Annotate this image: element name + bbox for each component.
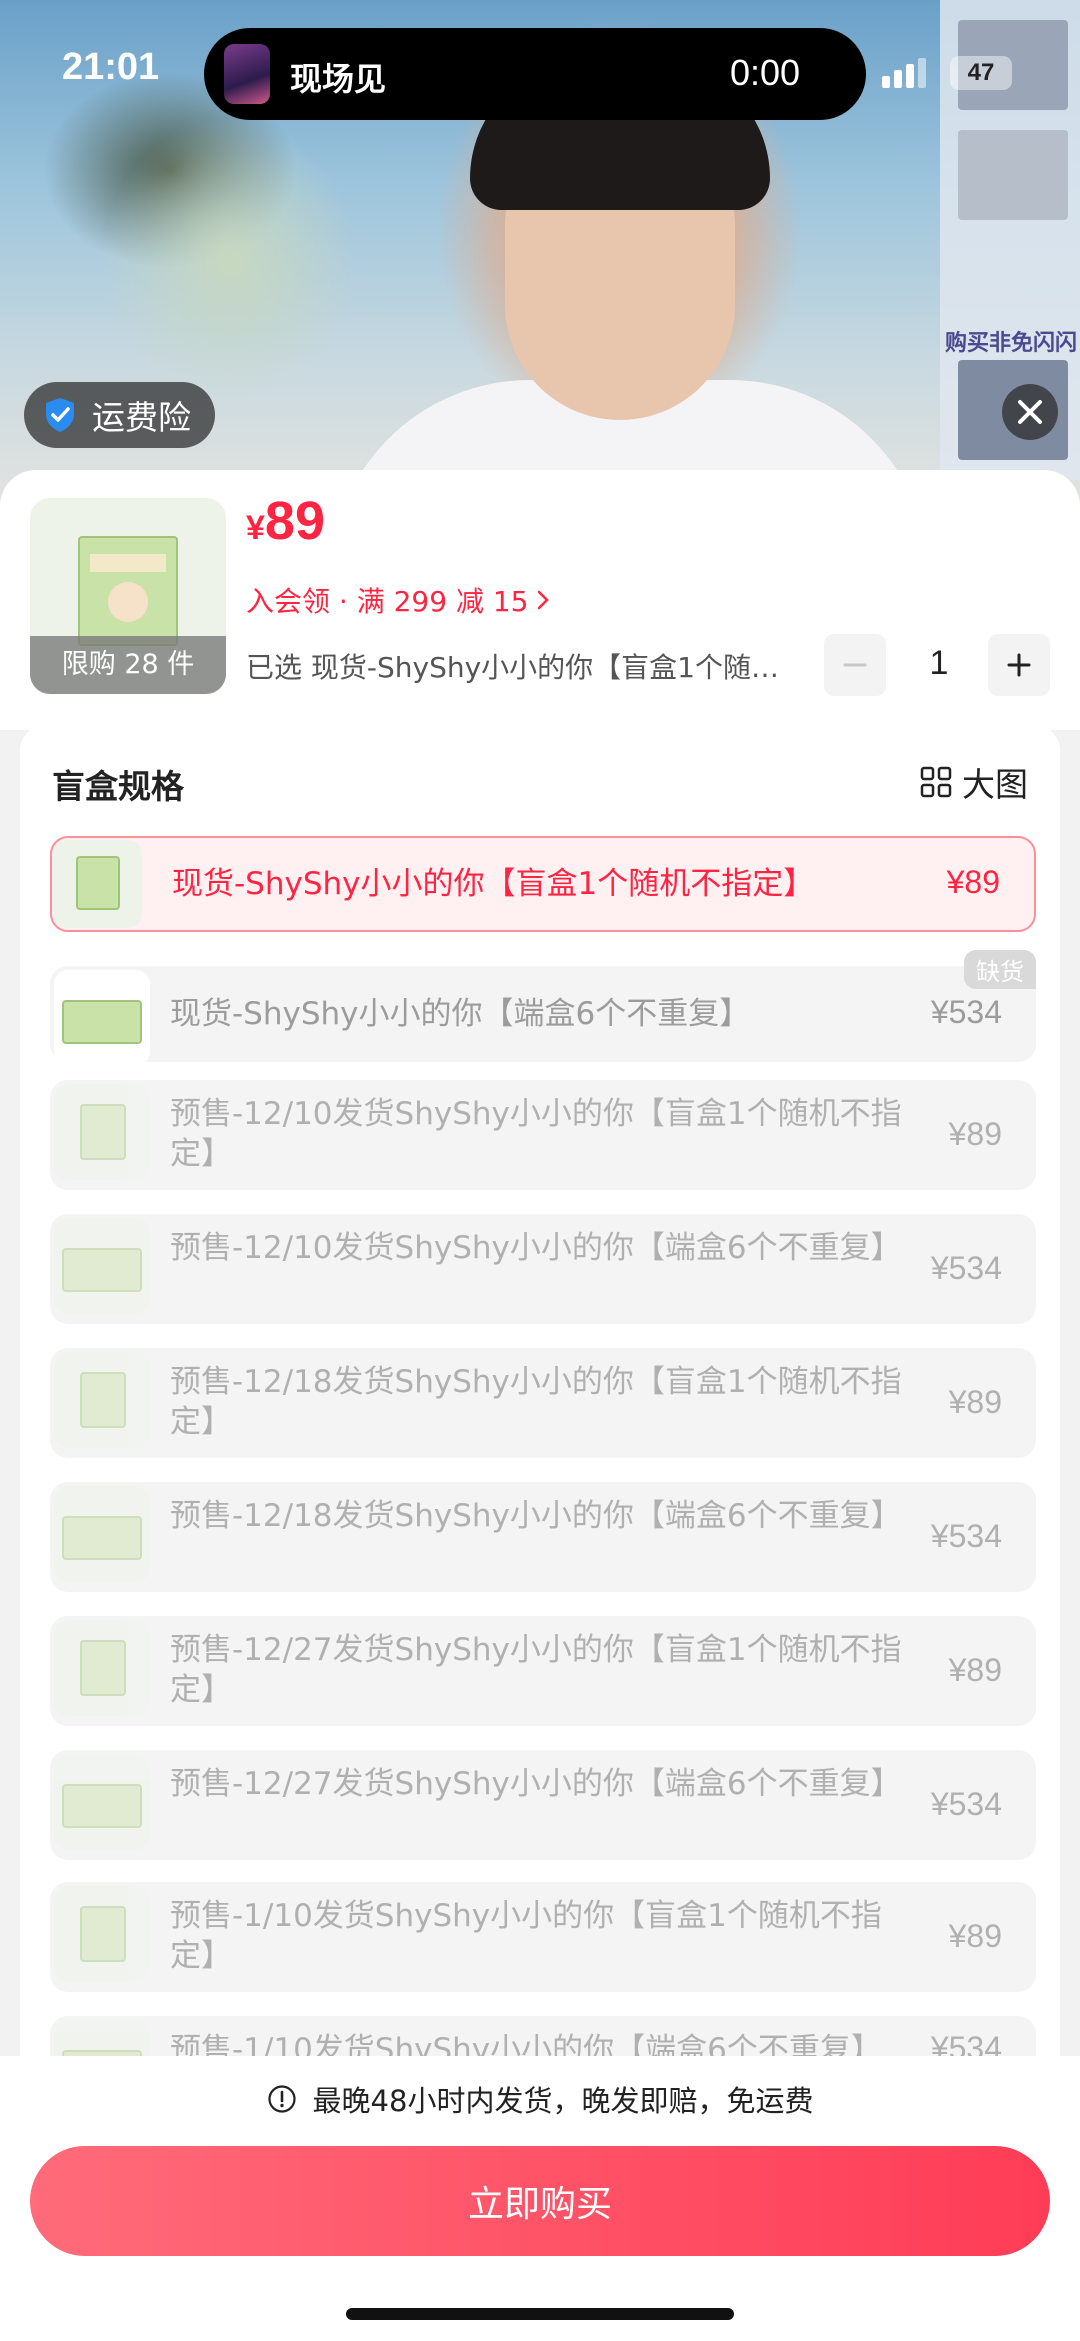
signal-icon xyxy=(882,58,930,88)
battery-indicator: 47 xyxy=(950,56,1012,90)
box-graphic xyxy=(62,1784,142,1828)
spec-option[interactable]: 预售-1/10发货ShyShy小小的你【盲盒1个随机不指定】 ¥89 xyxy=(50,1882,1036,1992)
option-name: 现货-ShyShy小小的你【端盒6个不重复】 xyxy=(170,996,751,1032)
spec-option[interactable]: 预售-12/27发货ShyShy小小的你【盲盒1个随机不指定】 ¥89 xyxy=(50,1616,1036,1726)
close-icon xyxy=(1018,400,1042,424)
spec-card: 盲盒规格 大图 现货-ShyShy小小的你【盲盒1个随机不指定】 ¥89 缺货 … xyxy=(20,726,1060,2056)
option-thumbnail xyxy=(54,1352,150,1448)
box-graphic xyxy=(62,1000,142,1044)
option-price: ¥89 xyxy=(948,1384,1002,1420)
promo-label: 入会领 · 满 299 减 15 xyxy=(246,585,529,618)
option-thumbnail xyxy=(54,1620,150,1716)
side-banner-label: 购买非免闪闪 xyxy=(945,331,1078,356)
box-graphic xyxy=(76,856,120,910)
option-name: 现货-ShyShy小小的你【盲盒1个随机不指定】 xyxy=(172,866,815,902)
option-name: 预售-1/10发货ShyShy小小的你【端盒6个不重复】 xyxy=(170,2032,882,2056)
spec-option[interactable]: 预售-12/18发货ShyShy小小的你【端盒6个不重复】 ¥534 xyxy=(50,1482,1036,1592)
insurance-label: 运费险 xyxy=(92,398,191,437)
option-thumbnail xyxy=(54,970,150,1066)
option-thumbnail xyxy=(54,1754,150,1850)
option-thumbnail xyxy=(54,1218,150,1314)
price: ¥89 xyxy=(246,490,325,552)
status-time: 21:01 xyxy=(62,46,160,88)
shield-check-icon xyxy=(46,398,74,432)
option-price: ¥534 xyxy=(930,994,1002,1030)
buy-now-button[interactable]: 立即购买 xyxy=(30,2146,1050,2256)
spec-option[interactable]: 预售-12/18发货ShyShy小小的你【盲盒1个随机不指定】 ¥89 xyxy=(50,1348,1036,1458)
box-graphic xyxy=(80,1640,126,1696)
chevron-right-icon xyxy=(538,590,550,610)
option-name: 预售-12/27发货ShyShy小小的你【盲盒1个随机不指定】 xyxy=(170,1632,902,1708)
option-price: ¥89 xyxy=(948,1918,1002,1954)
box-graphic xyxy=(62,1516,142,1560)
shipping-insurance-badge[interactable]: 运费险 xyxy=(24,382,215,448)
spec-option[interactable]: 现货-ShyShy小小的你【盲盒1个随机不指定】 ¥89 xyxy=(50,836,1036,932)
option-thumbnail xyxy=(54,2020,150,2056)
spec-option[interactable]: 预售-1/10发货ShyShy小小的你【端盒6个不重复】 ¥534 xyxy=(50,2016,1036,2056)
option-price: ¥534 xyxy=(930,1250,1002,1286)
box-graphic xyxy=(80,1906,126,1962)
option-name: 预售-12/10发货ShyShy小小的你【端盒6个不重复】 xyxy=(170,1230,902,1266)
big-image-toggle[interactable]: 大图 xyxy=(920,758,1028,806)
live-album-art xyxy=(224,44,270,104)
quantity-value[interactable]: 1 xyxy=(904,644,974,683)
option-name: 预售-12/18发货ShyShy小小的你【端盒6个不重复】 xyxy=(170,1498,902,1534)
option-thumbnail xyxy=(54,840,142,928)
close-button[interactable] xyxy=(1002,384,1058,440)
option-name: 预售-1/10发货ShyShy小小的你【盲盒1个随机不指定】 xyxy=(170,1898,882,1974)
option-name: 预售-12/10发货ShyShy小小的你【盲盒1个随机不指定】 xyxy=(170,1096,902,1172)
home-indicator[interactable] xyxy=(346,2308,734,2320)
option-price: ¥89 xyxy=(946,864,1000,900)
live-island-timer: 0:00 xyxy=(730,52,801,93)
option-thumbnail xyxy=(54,1886,150,1982)
spec-option[interactable]: 缺货 现货-ShyShy小小的你【端盒6个不重复】 ¥534 xyxy=(50,950,1036,1066)
big-image-label: 大图 xyxy=(962,765,1028,804)
option-price: ¥534 xyxy=(930,2030,1002,2056)
member-promo-link[interactable]: 入会领 · 满 299 减 15 xyxy=(246,580,552,620)
option-thumbnail xyxy=(54,1486,150,1582)
option-name: 预售-12/27发货ShyShy小小的你【端盒6个不重复】 xyxy=(170,1766,902,1802)
option-name: 预售-12/18发货ShyShy小小的你【盲盒1个随机不指定】 xyxy=(170,1364,902,1440)
spec-option[interactable]: 预售-12/10发货ShyShy小小的你【盲盒1个随机不指定】 ¥89 xyxy=(50,1080,1036,1190)
option-price: ¥89 xyxy=(948,1116,1002,1152)
live-island-title: 现场见 xyxy=(290,60,387,98)
box-graphic xyxy=(62,1248,142,1292)
shipping-note: 最晚48小时内发货，晚发即赔，免运费 xyxy=(0,2078,1080,2120)
spec-title: 盲盒规格 xyxy=(52,767,184,806)
grid-icon xyxy=(920,766,952,798)
shipping-note-text: 最晚48小时内发货，晚发即赔，免运费 xyxy=(312,2084,814,2118)
info-icon xyxy=(267,2085,296,2113)
minus-icon xyxy=(843,663,867,667)
out-of-stock-badge: 缺货 xyxy=(964,950,1036,989)
side-thumb xyxy=(958,130,1068,220)
purchase-limit: 限购 28 件 xyxy=(30,636,226,694)
plus-icon xyxy=(1007,653,1031,677)
box-graphic xyxy=(80,1104,126,1160)
option-price: ¥89 xyxy=(948,1652,1002,1688)
spec-option[interactable]: 预售-12/10发货ShyShy小小的你【端盒6个不重复】 ¥534 xyxy=(50,1214,1036,1324)
box-graphic xyxy=(80,1372,126,1428)
spec-option[interactable]: 预售-12/27发货ShyShy小小的你【端盒6个不重复】 ¥534 xyxy=(50,1750,1036,1860)
option-price: ¥534 xyxy=(930,1786,1002,1822)
option-price: ¥534 xyxy=(930,1518,1002,1554)
box-character xyxy=(108,582,148,622)
quantity-decrease-button[interactable] xyxy=(824,634,886,696)
option-thumbnail xyxy=(54,1084,150,1180)
price-currency: ¥ xyxy=(246,509,265,547)
quantity-increase-button[interactable] xyxy=(988,634,1050,696)
price-value: 89 xyxy=(264,491,325,551)
box-label xyxy=(90,554,166,572)
selected-variant: 已选 现货-ShyShy小小的你【盲盒1个随机不指定】 xyxy=(246,651,786,684)
